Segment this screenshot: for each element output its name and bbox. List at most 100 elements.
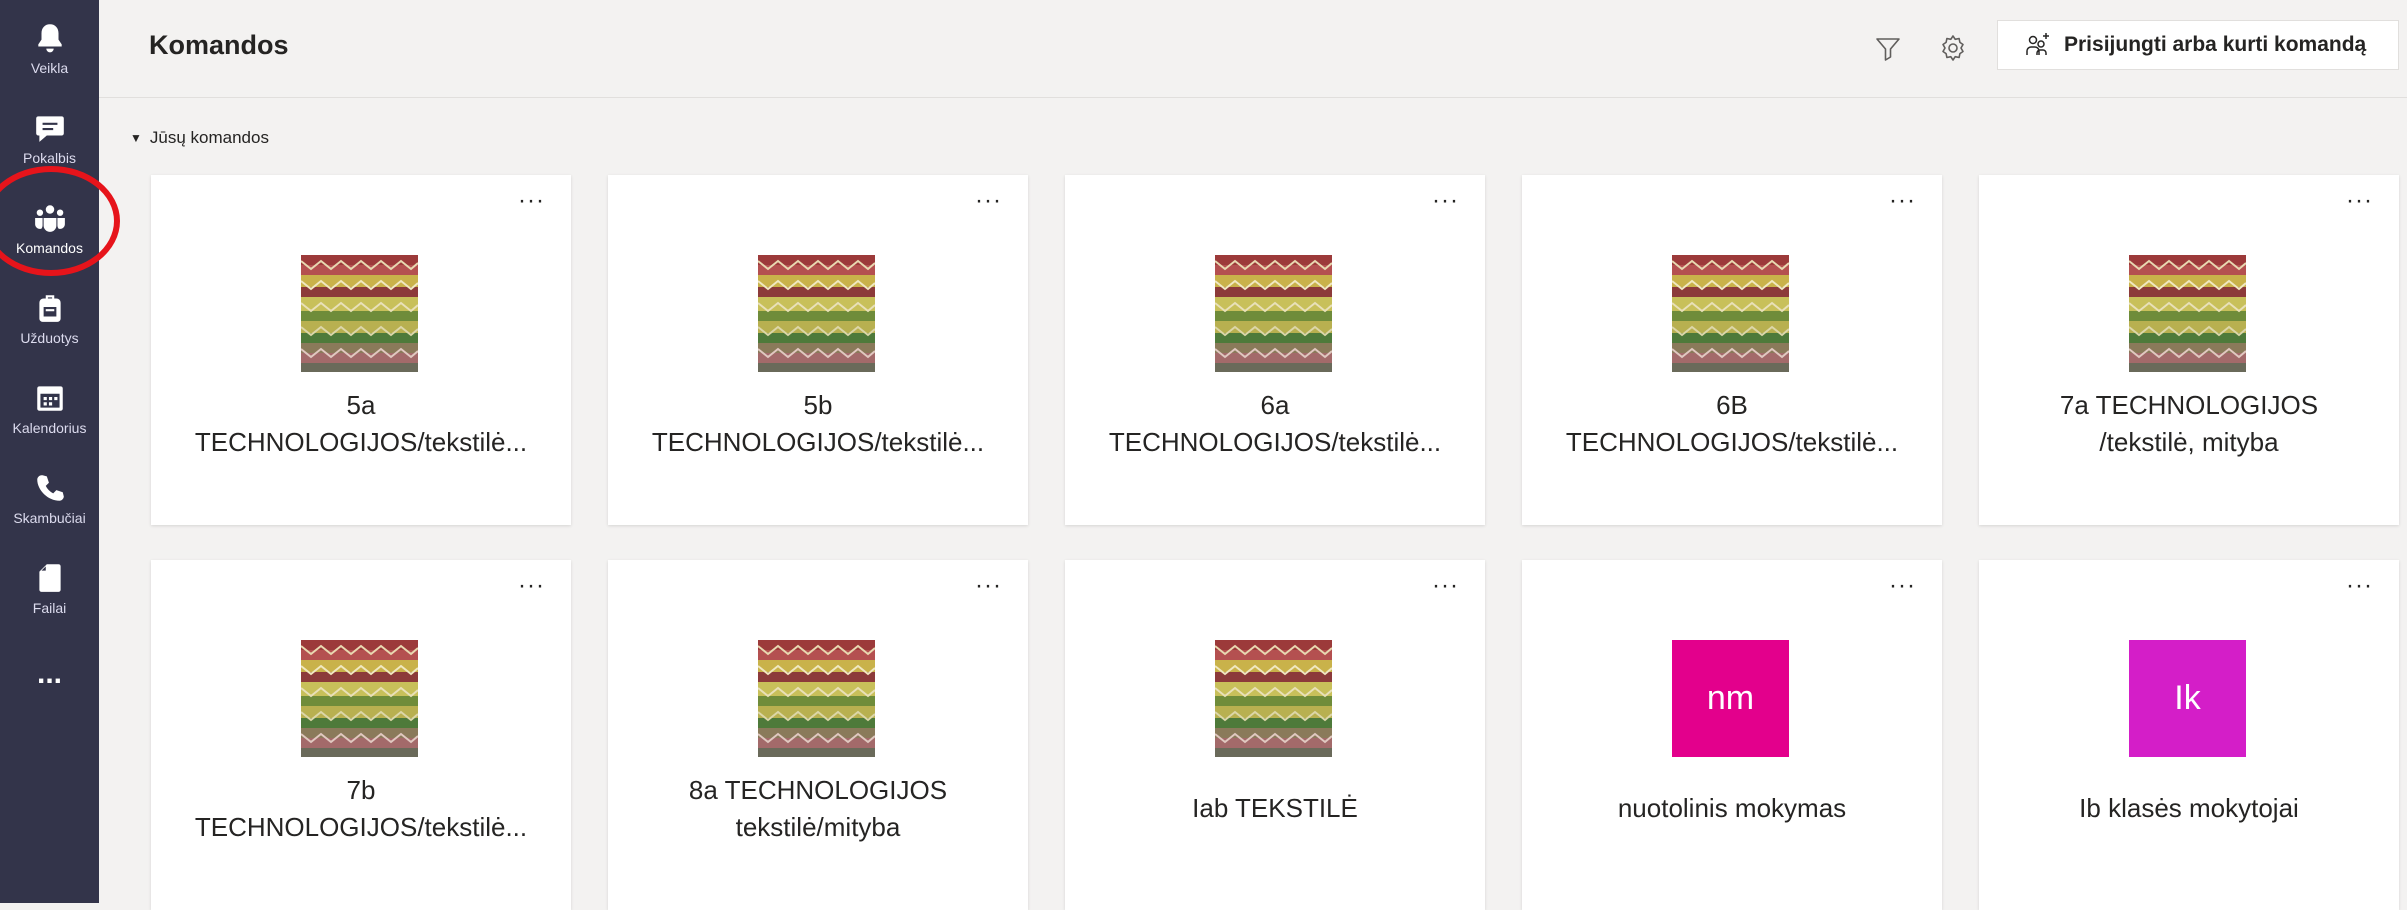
team-name-line-1: nuotolinis mokymas bbox=[1617, 793, 1847, 823]
avatar-initials: nm bbox=[1706, 679, 1755, 717]
rail-label: Komandos bbox=[16, 239, 83, 256]
rail-item-calls[interactable]: Skambučiai bbox=[0, 452, 99, 544]
team-avatar bbox=[758, 255, 875, 372]
chat-icon bbox=[35, 115, 64, 142]
team-pattern-image bbox=[2129, 255, 2246, 372]
more-options-icon[interactable]: ··· bbox=[1889, 574, 1916, 598]
gear-icon bbox=[1942, 35, 1964, 61]
team-card[interactable]: ··· 6a TECHNOLOGIJOS/tekstilė... bbox=[1065, 175, 1485, 525]
rail-label: Skambučiai bbox=[13, 509, 86, 526]
team-name-line-1: 8a TECHNOLOGIJOS bbox=[688, 775, 948, 805]
team-avatar bbox=[758, 640, 875, 757]
team-name-line-2: TECHNOLOGIJOS/tekstilė... bbox=[1108, 427, 1442, 457]
backpack-icon bbox=[38, 294, 61, 322]
team-card[interactable]: ··· Iab TEKSTILĖ bbox=[1065, 560, 1485, 910]
team-name-line-2: /tekstilė, mityba bbox=[2099, 427, 2279, 457]
team-avatar bbox=[1215, 255, 1332, 372]
avatar-initials: Ik bbox=[2174, 679, 2201, 717]
team-name: Iab TEKSTILĖ bbox=[1075, 790, 1475, 827]
caret-down-icon: ▼ bbox=[130, 131, 142, 145]
team-name: 6a TECHNOLOGIJOS/tekstilė... bbox=[1075, 387, 1475, 461]
team-card[interactable]: ··· 7b TECHNOLOGIJOS/tekstilė... bbox=[151, 560, 571, 910]
team-name: Ib klasės mokytojai bbox=[1989, 790, 2389, 827]
rail-label: Failai bbox=[32, 599, 67, 616]
team-avatar bbox=[301, 640, 418, 757]
join-or-create-team-button[interactable]: Prisijungti arba kurti komandą bbox=[1997, 20, 2399, 70]
more-options-icon[interactable]: ··· bbox=[2346, 189, 2373, 213]
more-options-icon[interactable]: ··· bbox=[518, 574, 545, 598]
team-pattern-image bbox=[301, 255, 418, 372]
more-options-icon[interactable]: ··· bbox=[1432, 574, 1459, 598]
add-team-icon bbox=[2026, 33, 2049, 55]
team-name-line-1: Iab TEKSTILĖ bbox=[1192, 793, 1358, 823]
rail-label: Kalendorius bbox=[12, 419, 87, 436]
team-name-line-2: TECHNOLOGIJOS/tekstilė... bbox=[194, 812, 528, 842]
more-options-icon[interactable]: ··· bbox=[518, 189, 545, 213]
team-name-line-1: 6B bbox=[1716, 390, 1748, 420]
team-card[interactable]: ··· nm nuotolinis mokymas bbox=[1522, 560, 1942, 910]
team-avatar: Ik bbox=[2129, 640, 2246, 757]
rail-label: Užduotys bbox=[20, 329, 79, 346]
section-toggle-your-teams[interactable]: ▼ Jūsų komandos bbox=[130, 128, 269, 148]
team-name-line-1: 5b bbox=[803, 390, 833, 420]
rail-item-activity[interactable]: Veikla bbox=[0, 2, 99, 94]
team-avatar bbox=[2129, 255, 2246, 372]
teams-icon bbox=[34, 204, 65, 232]
rail-label: Pokalbis bbox=[23, 149, 76, 166]
rail-item-calendar[interactable]: Kalendorius bbox=[0, 362, 99, 454]
team-name: 5b TECHNOLOGIJOS/tekstilė... bbox=[618, 387, 1018, 461]
team-pattern-image bbox=[758, 640, 875, 757]
rail-item-chat[interactable]: Pokalbis bbox=[0, 92, 99, 184]
rail-item-more-apps[interactable]: ... bbox=[0, 628, 99, 720]
team-name: 7a TECHNOLOGIJOS/tekstilė, mityba bbox=[1989, 387, 2389, 461]
rail-label: Veikla bbox=[30, 59, 69, 76]
team-avatar bbox=[1672, 255, 1789, 372]
team-name-line-2: TECHNOLOGIJOS/tekstilė... bbox=[194, 427, 528, 457]
team-name-line-1: 5a bbox=[346, 390, 376, 420]
more-options-icon[interactable]: ··· bbox=[975, 189, 1002, 213]
settings-button[interactable] bbox=[1935, 30, 1971, 66]
team-avatar bbox=[1215, 640, 1332, 757]
team-card[interactable]: ··· 7a TECHNOLOGIJOS/tekstilė, mityba bbox=[1979, 175, 2399, 525]
rail-item-assignments[interactable]: Užduotys bbox=[0, 272, 99, 364]
rail-item-teams[interactable]: Komandos bbox=[0, 182, 99, 274]
more-apps-icon: ... bbox=[36, 657, 62, 690]
team-name-line-1: 7a TECHNOLOGIJOS bbox=[2059, 390, 2319, 420]
more-options-icon[interactable]: ··· bbox=[1432, 189, 1459, 213]
team-card[interactable]: ··· Ik Ib klasės mokytojai bbox=[1979, 560, 2399, 910]
team-pattern-image bbox=[1215, 255, 1332, 372]
team-name-line-2: tekstilė/mityba bbox=[735, 812, 901, 842]
team-pattern-image bbox=[301, 640, 418, 757]
more-options-icon[interactable]: ··· bbox=[2346, 574, 2373, 598]
team-name: 7b TECHNOLOGIJOS/tekstilė... bbox=[161, 772, 561, 846]
team-card[interactable]: ··· 8a TECHNOLOGIJOS tekstilė/mityba bbox=[608, 560, 1028, 910]
team-name: 8a TECHNOLOGIJOS tekstilė/mityba bbox=[618, 772, 1018, 846]
team-name-line-1: 7b bbox=[346, 775, 376, 805]
section-title: Jūsų komandos bbox=[149, 128, 269, 147]
page-title: Komandos bbox=[149, 30, 289, 60]
bell-icon bbox=[37, 23, 62, 52]
team-card[interactable]: ··· 5a TECHNOLOGIJOS/tekstilė... bbox=[151, 175, 571, 525]
team-name: nuotolinis mokymas bbox=[1532, 790, 1932, 827]
more-options-icon[interactable]: ··· bbox=[1889, 189, 1916, 213]
filter-icon bbox=[1876, 38, 1900, 61]
team-card[interactable]: ··· 6B TECHNOLOGIJOS/tekstilė... bbox=[1522, 175, 1942, 525]
team-pattern-image bbox=[1672, 255, 1789, 372]
team-card[interactable]: ··· 5b TECHNOLOGIJOS/tekstilė... bbox=[608, 175, 1028, 525]
phone-icon bbox=[36, 474, 64, 501]
team-pattern-image bbox=[1215, 640, 1332, 757]
filter-button[interactable] bbox=[1870, 30, 1906, 66]
team-name: 5a TECHNOLOGIJOS/tekstilė... bbox=[161, 387, 561, 461]
team-name-line-1: 6a bbox=[1260, 390, 1290, 420]
team-pattern-image bbox=[758, 255, 875, 372]
rail-item-files[interactable]: Failai bbox=[0, 542, 99, 634]
page-header: Komandos Prisijungti arba kurti komandą bbox=[99, 0, 2407, 98]
app-rail: Veikla Pokalbis Komandos Užduotys Kalend… bbox=[0, 0, 99, 903]
file-icon bbox=[38, 563, 61, 592]
team-name-line-2: TECHNOLOGIJOS/tekstilė... bbox=[1565, 427, 1899, 457]
team-name-line-1: Ib klasės mokytojai bbox=[2079, 793, 2299, 823]
calendar-icon bbox=[36, 385, 63, 411]
team-name: 6B TECHNOLOGIJOS/tekstilė... bbox=[1532, 387, 1932, 461]
more-options-icon[interactable]: ··· bbox=[975, 574, 1002, 598]
join-button-label: Prisijungti arba kurti komandą bbox=[2064, 33, 2367, 56]
